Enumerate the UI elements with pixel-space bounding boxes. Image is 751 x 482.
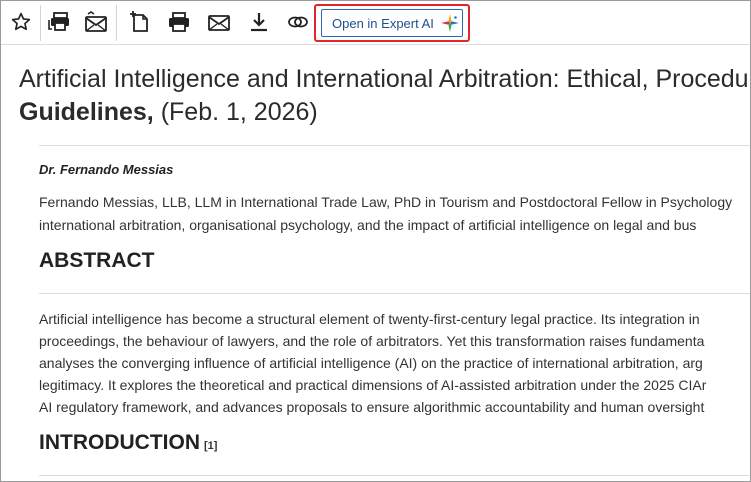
abstract-line: legitimacy. It explores the theoretical … <box>39 377 707 393</box>
expert-button-label: Open in Expert AI <box>332 15 434 31</box>
divider <box>39 293 750 294</box>
abstract-line: proceedings, the behaviour of lawyers, a… <box>39 333 705 349</box>
toolbar-separator <box>40 5 41 41</box>
document-viewer: Open in Expert AI Artificial Intelligenc… <box>0 0 751 482</box>
divider <box>39 145 750 146</box>
title-date: (Feb. 1, 2026) <box>153 98 318 126</box>
divider <box>39 475 750 476</box>
document-title: Artificial Intelligence and Internationa… <box>19 63 751 129</box>
title-line-1: Artificial Intelligence and Internationa… <box>19 65 751 93</box>
email-stack-icon[interactable] <box>81 8 111 36</box>
introduction-heading: INTRODUCTION [1] <box>39 431 217 455</box>
toolbar-separator <box>116 5 117 41</box>
print-stack-icon[interactable] <box>45 8 75 36</box>
footnote-link[interactable]: [1] <box>204 440 217 452</box>
introduction-heading-text: INTRODUCTION <box>39 431 200 454</box>
download-icon[interactable] <box>244 8 274 36</box>
bio-line: Fernando Messias, LLB, LLM in Internatio… <box>39 194 733 210</box>
abstract-line: Artificial intelligence has become a str… <box>39 311 700 327</box>
abstract-heading: ABSTRACT <box>39 249 155 272</box>
link-icon[interactable] <box>283 8 313 36</box>
new-document-icon[interactable] <box>124 8 154 36</box>
toolbar: Open in Expert AI <box>1 1 750 45</box>
author-name: Dr. Fernando Messias <box>39 162 174 177</box>
bio-line: international arbitration, organisationa… <box>39 217 697 233</box>
print-icon[interactable] <box>164 8 194 36</box>
title-guidelines: Guidelines, <box>19 98 154 126</box>
ai-sparkle-icon <box>440 14 459 32</box>
star-icon[interactable] <box>6 8 36 36</box>
abstract-line: AI regulatory framework, and advances pr… <box>39 399 705 415</box>
author-bio: Fernando Messias, LLB, LLM in Internatio… <box>39 191 750 237</box>
title-line-2: Guidelines, (Feb. 1, 2026) <box>19 96 750 129</box>
email-icon[interactable] <box>204 8 234 36</box>
abstract-line: analyses the converging influence of art… <box>39 355 703 371</box>
open-in-expert-ai-button[interactable]: Open in Expert AI <box>321 9 463 37</box>
abstract-body: Artificial intelligence has become a str… <box>39 308 750 418</box>
